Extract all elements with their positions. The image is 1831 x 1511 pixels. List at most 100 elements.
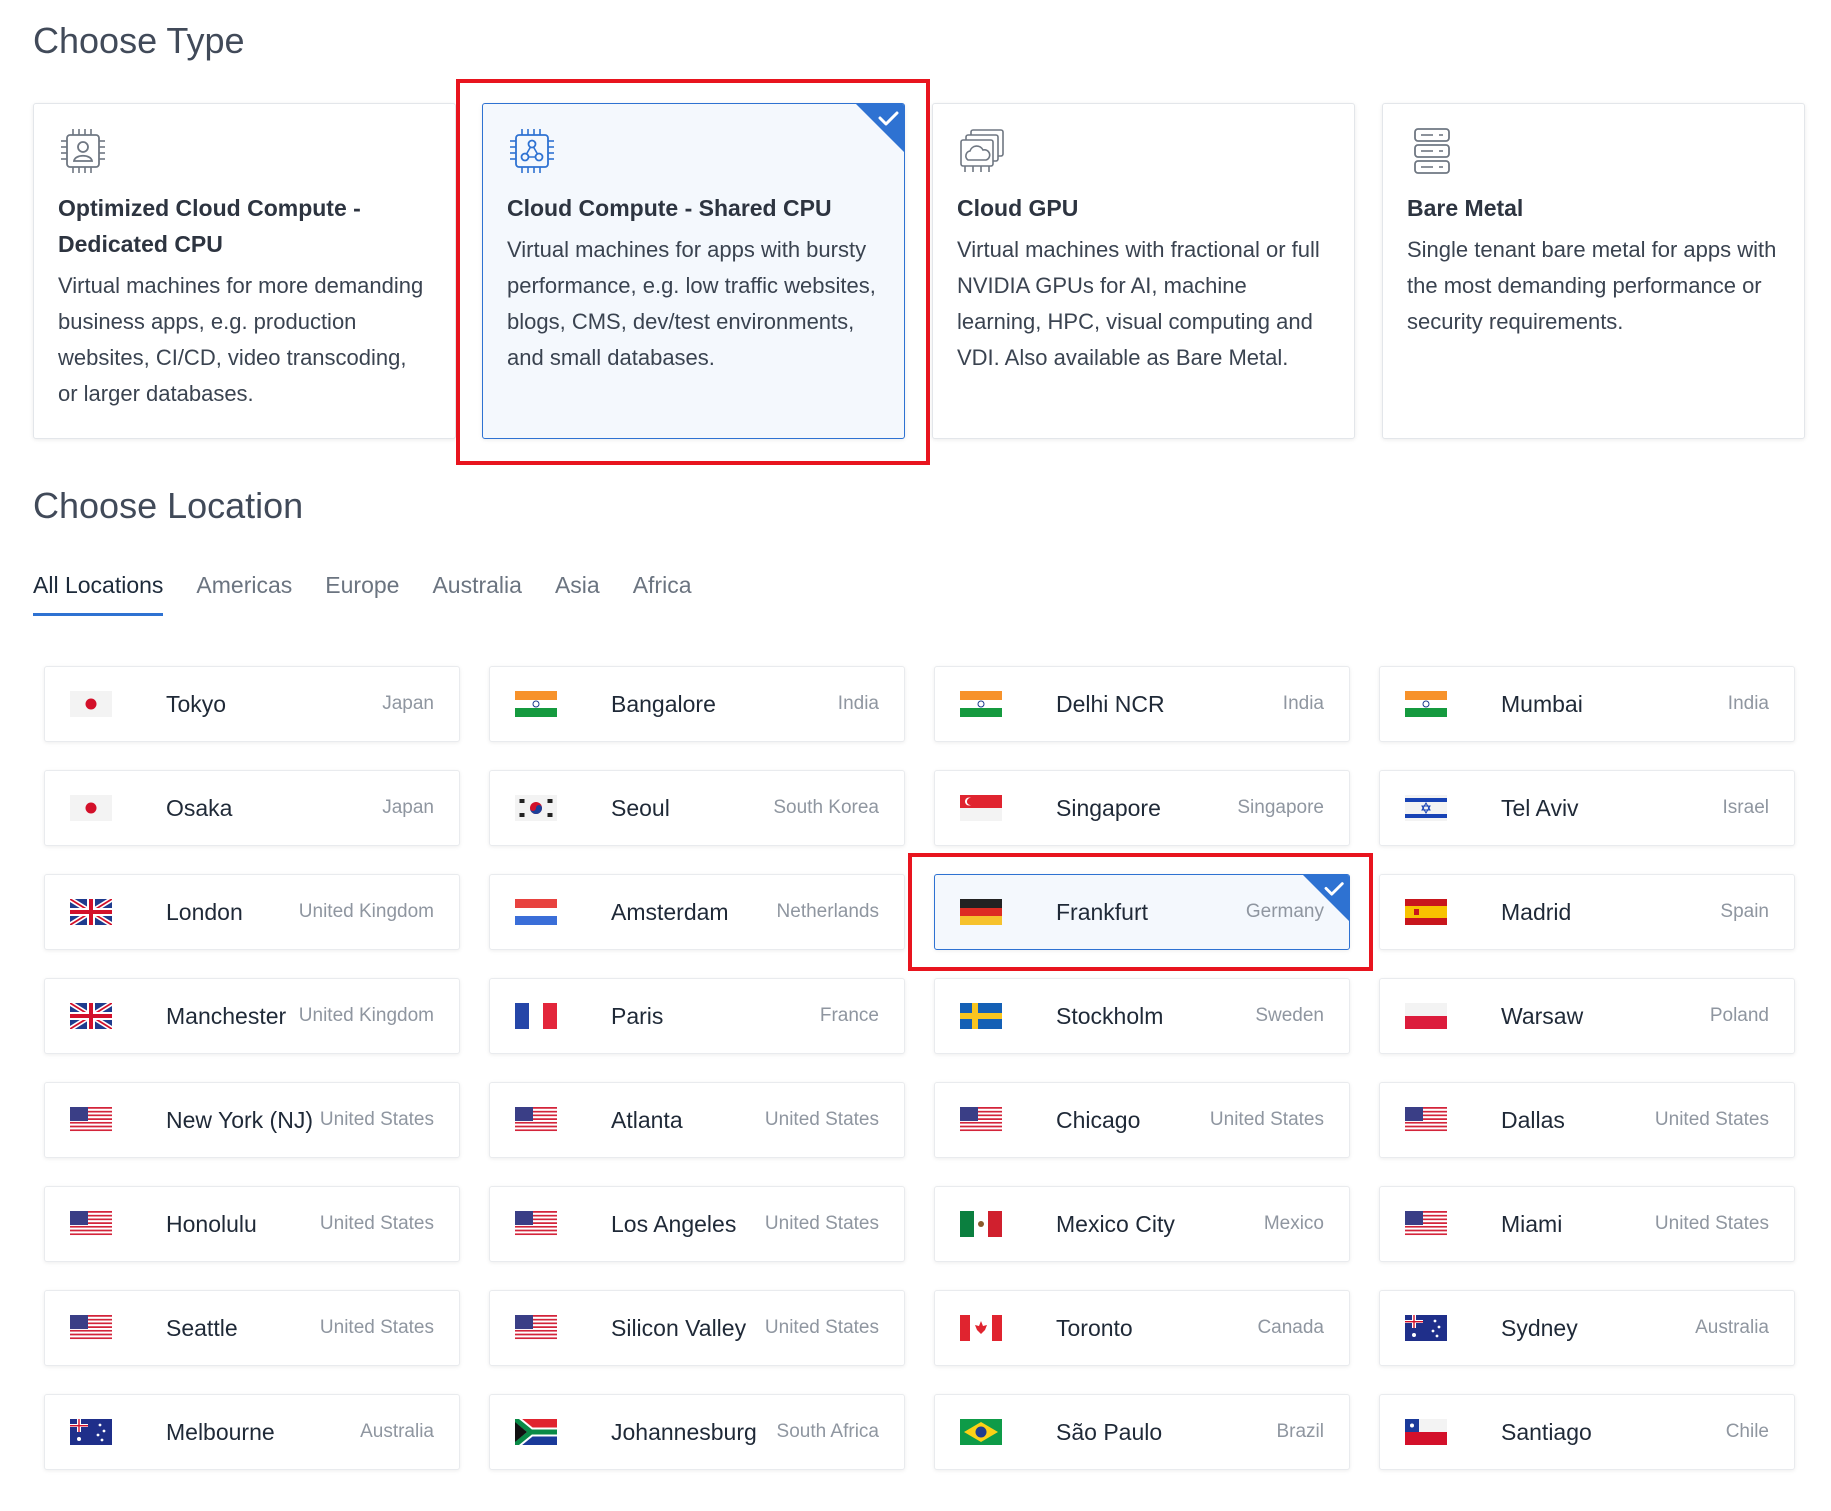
location-card[interactable]: Tel Aviv Israel [1379, 770, 1795, 846]
location-card[interactable]: Mumbai India [1379, 666, 1795, 742]
location-country: Netherlands [776, 901, 879, 922]
type-description: Single tenant bare metal for apps with t… [1407, 237, 1777, 334]
location-city: Warsaw [1501, 1002, 1584, 1029]
location-country: South Korea [773, 797, 879, 818]
tab-africa[interactable]: Africa [633, 572, 692, 616]
type-card-4[interactable]: Bare Metal Single tenant bare metal for a… [1382, 103, 1805, 439]
flag-gb-icon [70, 899, 112, 925]
location-card[interactable]: Mexico City Mexico [934, 1186, 1350, 1262]
location-city: São Paulo [1056, 1418, 1163, 1445]
location-city: Mumbai [1501, 690, 1583, 717]
flag-il-icon [1405, 795, 1447, 821]
location-card[interactable]: Silicon Valley United States [489, 1290, 905, 1366]
selected-check-icon [1303, 875, 1349, 921]
location-card[interactable]: São Paulo Brazil [934, 1394, 1350, 1470]
location-country: Japan [382, 693, 434, 714]
location-card[interactable]: London United Kingdom [44, 874, 460, 950]
flag-us-icon [70, 1107, 112, 1133]
location-card[interactable]: Miami United States [1379, 1186, 1795, 1262]
tab-europe[interactable]: Europe [325, 572, 399, 616]
location-card[interactable]: Atlanta United States [489, 1082, 905, 1158]
location-card[interactable]: Sydney Australia [1379, 1290, 1795, 1366]
location-card[interactable]: Osaka Japan [44, 770, 460, 846]
location-city: Silicon Valley [611, 1314, 747, 1341]
type-name: Optimized Cloud Compute - Dedicated CPU [58, 195, 361, 257]
flag-us-icon [1405, 1211, 1447, 1237]
location-country: Australia [1695, 1317, 1769, 1338]
location-card[interactable]: Melbourne Australia [44, 1394, 460, 1470]
location-card[interactable]: Seattle United States [44, 1290, 460, 1366]
location-country: Mexico [1263, 1213, 1324, 1234]
location-country: United States [764, 1317, 879, 1338]
tab-americas[interactable]: Americas [196, 572, 292, 616]
type-description: Virtual machines with fractional or full… [957, 237, 1320, 370]
location-city: Tokyo [166, 690, 227, 717]
tab-asia[interactable]: Asia [555, 572, 600, 616]
deploy-page: Choose Type Optimized Cloud Compute - De… [0, 0, 1831, 1511]
location-country: India [837, 693, 879, 714]
location-country: South Africa [776, 1421, 879, 1442]
location-city: Seattle [166, 1314, 238, 1341]
flag-sg-icon [960, 795, 1002, 821]
location-card[interactable]: Madrid Spain [1379, 874, 1795, 950]
type-name: Bare Metal [1407, 195, 1524, 221]
location-country: Chile [1725, 1421, 1769, 1442]
flag-us-icon [70, 1315, 112, 1341]
location-country: United States [319, 1109, 434, 1130]
location-card[interactable]: Frankfurt Germany [934, 874, 1350, 950]
location-card[interactable]: Santiago Chile [1379, 1394, 1795, 1470]
location-card[interactable]: Delhi NCR India [934, 666, 1350, 742]
location-card[interactable]: Warsaw Poland [1379, 978, 1795, 1054]
location-city: Los Angeles [611, 1210, 737, 1237]
location-card[interactable]: Los Angeles United States [489, 1186, 905, 1262]
location-country: United States [764, 1109, 879, 1130]
location-card[interactable]: Chicago United States [934, 1082, 1350, 1158]
location-card[interactable]: Tokyo Japan [44, 666, 460, 742]
location-card[interactable]: Amsterdam Netherlands [489, 874, 905, 950]
type-card-1[interactable]: Optimized Cloud Compute - Dedicated CPU V… [33, 103, 456, 439]
location-card[interactable]: Seoul South Korea [489, 770, 905, 846]
flag-jp-icon [70, 795, 112, 821]
location-city: Mexico City [1056, 1210, 1175, 1237]
location-country: United Kingdom [298, 1005, 434, 1026]
chip-user-icon [61, 129, 105, 173]
flag-us-icon [1405, 1107, 1447, 1133]
flag-cl-icon [1405, 1419, 1447, 1445]
location-card[interactable]: New York (NJ) United States [44, 1082, 460, 1158]
gpu-cloud-icon [960, 129, 1004, 172]
location-country: Canada [1257, 1317, 1324, 1338]
location-card[interactable]: Paris France [489, 978, 905, 1054]
location-city: Atlanta [611, 1106, 683, 1133]
location-card[interactable]: Singapore Singapore [934, 770, 1350, 846]
flag-se-icon [960, 1003, 1002, 1029]
flag-au-icon [70, 1419, 112, 1445]
flag-in-icon [960, 691, 1002, 717]
location-card[interactable]: Dallas United States [1379, 1082, 1795, 1158]
tab-all-locations[interactable]: All Locations [33, 572, 164, 616]
location-city: Sydney [1501, 1314, 1578, 1341]
flag-us-icon [960, 1107, 1002, 1133]
location-card[interactable]: Bangalore India [489, 666, 905, 742]
location-city: Toronto [1056, 1314, 1133, 1341]
flag-mx-icon [960, 1211, 1002, 1237]
flag-in-icon [1405, 691, 1447, 717]
type-description: Virtual machines for more demanding busi… [58, 273, 424, 406]
location-country: United States [764, 1213, 879, 1234]
location-card[interactable]: Honolulu United States [44, 1186, 460, 1262]
location-tabs: All Locations Americas Europe Australia Asia… [33, 572, 724, 616]
location-country: Poland [1709, 1005, 1769, 1026]
type-card-2[interactable]: Cloud Compute - Shared CPU Virtual machin… [482, 103, 905, 439]
tab-australia[interactable]: Australia [432, 572, 521, 616]
location-country: United States [319, 1317, 434, 1338]
location-city: Miami [1501, 1210, 1563, 1237]
flag-us-icon [515, 1107, 557, 1133]
flag-au-icon [1405, 1315, 1447, 1341]
location-card[interactable]: Manchester United Kingdom [44, 978, 460, 1054]
location-city: Amsterdam [611, 898, 729, 925]
type-card-3[interactable]: Cloud GPU Virtual machines with fractiona… [932, 103, 1355, 439]
location-card[interactable]: Stockholm Sweden [934, 978, 1350, 1054]
location-card[interactable]: Johannesburg South Africa [489, 1394, 905, 1470]
type-description: Virtual machines for apps with bursty pe… [507, 237, 876, 370]
location-city: Santiago [1501, 1418, 1592, 1445]
location-card[interactable]: Toronto Canada [934, 1290, 1350, 1366]
